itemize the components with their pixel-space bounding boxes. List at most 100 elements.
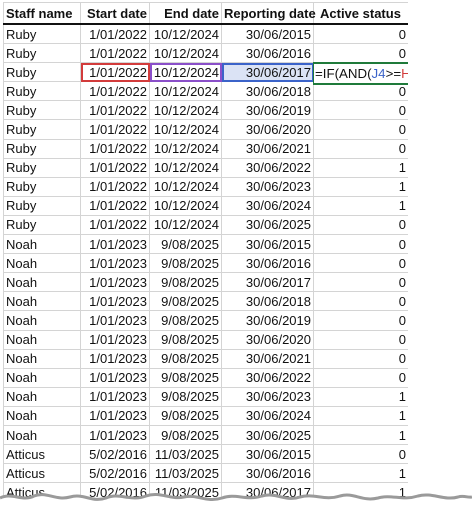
cell-reporting-date[interactable]: 30/06/2015 [221, 234, 314, 255]
cell-active-status[interactable]: 1 [313, 195, 408, 216]
cell-staff-name[interactable]: Ruby [3, 100, 81, 121]
cell-start-date[interactable]: 1/01/2023 [80, 291, 150, 312]
cell-reporting-date[interactable]: 30/06/2018 [221, 291, 314, 312]
header-end-date[interactable]: End date [149, 2, 222, 25]
cell-reporting-date[interactable]: 30/06/2018 [221, 81, 314, 102]
cell-active-status[interactable]: 0 [313, 234, 408, 255]
cell-start-date[interactable]: 1/01/2023 [80, 386, 150, 407]
cell-staff-name[interactable]: Ruby [3, 195, 81, 216]
cell-end-date[interactable]: 9/08/2025 [149, 329, 222, 350]
cell-active-status[interactable]: 1 [313, 463, 408, 484]
cell-reporting-date[interactable]: 30/06/2024 [221, 195, 314, 216]
cell-staff-name[interactable]: Noah [3, 272, 81, 293]
cell-staff-name[interactable]: Atticus [3, 463, 81, 484]
cell-reporting-date[interactable]: 30/06/2021 [221, 138, 314, 159]
cell-staff-name[interactable]: Ruby [3, 43, 81, 64]
cell-reporting-date[interactable]: 30/06/2017 [221, 62, 314, 83]
cell-staff-name[interactable]: Ruby [3, 138, 81, 159]
cell-start-date[interactable]: 1/01/2022 [80, 176, 150, 197]
cell-start-date[interactable]: 1/01/2023 [80, 329, 150, 350]
cell-end-date[interactable]: 9/08/2025 [149, 405, 222, 426]
cell-reporting-date[interactable]: 30/06/2019 [221, 100, 314, 121]
cell-staff-name[interactable]: Noah [3, 329, 81, 350]
header-staff-name[interactable]: Staff name [3, 2, 81, 25]
cell-staff-name[interactable]: Atticus [3, 444, 81, 465]
cell-end-date[interactable]: 11/03/2025 [149, 463, 222, 484]
formula-editor[interactable]: =IF(AND(J4>=H4,J4<I4),1,0) [313, 62, 408, 86]
cell-reporting-date[interactable]: 30/06/2015 [221, 23, 314, 45]
cell-reporting-date[interactable]: 30/06/2025 [221, 214, 314, 236]
cell-end-date[interactable]: 9/08/2025 [149, 348, 222, 369]
cell-staff-name[interactable]: Noah [3, 291, 81, 312]
cell-start-date[interactable]: 1/01/2022 [80, 23, 150, 45]
cell-staff-name[interactable]: Ruby [3, 119, 81, 140]
cell-end-date[interactable]: 10/12/2024 [149, 43, 222, 64]
cell-end-date[interactable]: 10/12/2024 [149, 195, 222, 216]
cell-reporting-date[interactable]: 30/06/2016 [221, 463, 314, 484]
cell-active-status[interactable]: 0 [313, 119, 408, 140]
cell-staff-name[interactable]: Noah [3, 348, 81, 369]
cell-start-date[interactable]: 1/01/2023 [80, 405, 150, 426]
cell-end-date[interactable]: 9/08/2025 [149, 310, 222, 331]
cell-staff-name[interactable]: Noah [3, 310, 81, 331]
cell-end-date[interactable]: 11/03/2025 [149, 444, 222, 465]
cell-start-date[interactable]: 1/01/2023 [80, 367, 150, 388]
cell-reporting-date[interactable]: 30/06/2016 [221, 43, 314, 64]
cell-start-date[interactable]: 1/01/2022 [80, 100, 150, 121]
cell-start-date[interactable]: 1/01/2023 [80, 310, 150, 331]
cell-staff-name[interactable]: Noah [3, 234, 81, 255]
cell-staff-name[interactable]: Noah [3, 367, 81, 388]
cell-reporting-date[interactable]: 30/06/2019 [221, 310, 314, 331]
cell-reporting-date[interactable]: 30/06/2022 [221, 367, 314, 388]
cell-end-date[interactable]: 9/08/2025 [149, 234, 222, 255]
cell-active-status[interactable]: 0 [313, 444, 408, 465]
cell-active-status[interactable]: 0 [313, 367, 408, 388]
cell-start-date[interactable]: 1/01/2023 [80, 424, 150, 446]
cell-start-date[interactable]: 1/01/2022 [80, 157, 150, 178]
cell-reporting-date[interactable]: 30/06/2017 [221, 272, 314, 293]
cell-reporting-date[interactable]: 30/06/2020 [221, 329, 314, 350]
cell-active-status[interactable]: 0 [313, 272, 408, 293]
cell-start-date[interactable]: 1/01/2023 [80, 272, 150, 293]
cell-start-date[interactable]: 1/01/2023 [80, 234, 150, 255]
cell-staff-name[interactable]: Ruby [3, 157, 81, 178]
cell-start-date[interactable]: 1/01/2023 [80, 253, 150, 274]
cell-end-date[interactable]: 10/12/2024 [149, 176, 222, 197]
cell-active-status[interactable]: 0 [313, 23, 408, 45]
header-start-date[interactable]: Start date [80, 2, 150, 25]
cell-reporting-date[interactable]: 30/06/2024 [221, 405, 314, 426]
cell-active-status[interactable]: 0 [313, 43, 408, 64]
cell-end-date[interactable]: 10/12/2024 [149, 81, 222, 102]
cell-reporting-date[interactable]: 30/06/2016 [221, 253, 314, 274]
cell-reporting-date[interactable]: 30/06/2015 [221, 444, 314, 465]
cell-end-date[interactable]: 10/12/2024 [149, 62, 222, 83]
header-active-status[interactable]: Active status [313, 2, 408, 25]
cell-start-date[interactable]: 1/01/2022 [80, 62, 150, 83]
cell-staff-name[interactable]: Ruby [3, 23, 81, 45]
cell-staff-name[interactable]: Ruby [3, 176, 81, 197]
cell-end-date[interactable]: 10/12/2024 [149, 23, 222, 45]
cell-staff-name[interactable]: Ruby [3, 62, 81, 83]
cell-end-date[interactable]: 10/12/2024 [149, 157, 222, 178]
cell-staff-name[interactable]: Noah [3, 424, 81, 446]
cell-start-date[interactable]: 1/01/2022 [80, 195, 150, 216]
cell-staff-name[interactable]: Noah [3, 253, 81, 274]
cell-active-status[interactable]: 1 [313, 176, 408, 197]
cell-start-date[interactable]: 1/01/2022 [80, 81, 150, 102]
cell-end-date[interactable]: 10/12/2024 [149, 119, 222, 140]
header-reporting-date[interactable]: Reporting date [221, 2, 316, 25]
cell-reporting-date[interactable]: 30/06/2025 [221, 424, 314, 446]
cell-staff-name[interactable]: Noah [3, 386, 81, 407]
cell-start-date[interactable]: 1/01/2022 [80, 119, 150, 140]
cell-active-status[interactable]: 0 [313, 291, 408, 312]
cell-reporting-date[interactable]: 30/06/2021 [221, 348, 314, 369]
cell-end-date[interactable]: 10/12/2024 [149, 100, 222, 121]
cell-active-status[interactable]: 0 [313, 310, 408, 331]
cell-end-date[interactable]: 9/08/2025 [149, 272, 222, 293]
cell-active-status[interactable]: 1 [313, 386, 408, 407]
cell-active-status[interactable]: 1 [313, 157, 408, 178]
cell-reporting-date[interactable]: 30/06/2023 [221, 386, 314, 407]
cell-start-date[interactable]: 1/01/2022 [80, 138, 150, 159]
cell-end-date[interactable]: 9/08/2025 [149, 424, 222, 446]
cell-start-date[interactable]: 1/01/2022 [80, 214, 150, 236]
